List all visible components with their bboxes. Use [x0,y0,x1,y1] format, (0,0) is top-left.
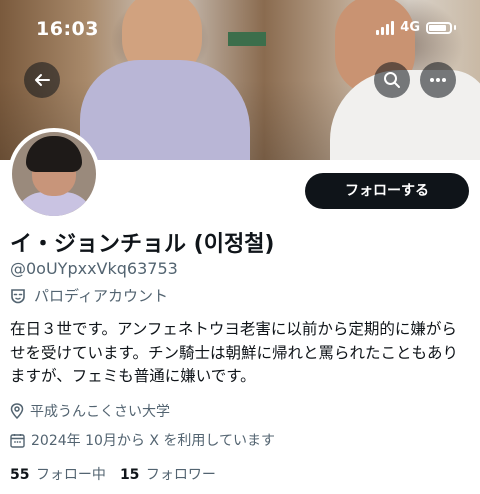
join-date-text: 2024年 10月から X を利用しています [31,433,275,449]
join-date: 2024年 10月から X を利用しています [10,430,275,450]
following-link[interactable]: 55 フォロー中 [10,464,106,484]
following-count: 55 [10,467,30,483]
search-icon [384,72,400,88]
battery-icon [426,21,452,34]
display-name: イ・ジョンチョル (이정철) [10,232,275,257]
follow-stats: 55 フォロー中 15 フォロワー [10,464,216,484]
avatar[interactable] [8,128,100,220]
following-label: フォロー中 [35,467,106,483]
parody-label[interactable]: パロディアカウント [10,285,168,306]
back-button[interactable] [24,62,60,98]
followers-link[interactable]: 15 フォロワー [120,464,216,484]
follow-button[interactable]: フォローする [305,173,469,209]
user-handle: @0oUYpxxVkq63753 [10,259,178,278]
followers-count: 15 [119,467,140,483]
status-indicators: 4G [376,20,456,35]
followers-label: フォロワー [145,467,216,483]
calendar-icon [10,433,25,448]
location-pin-icon [10,403,24,419]
banner-sign [228,32,266,46]
location: 平成うんこくさい大学 [10,401,170,421]
status-time: 16:03 [36,18,99,40]
arrow-left-icon [35,74,50,86]
avatar-hair [26,136,82,172]
network-type: 4G [400,20,420,35]
signal-icon [376,20,395,35]
battery-tip [454,25,456,30]
more-icon [430,78,446,82]
parody-text: パロディアカウント [34,287,168,305]
mask-icon [11,288,25,303]
avatar-body [14,192,94,216]
bio: 在日３世です。アンフェネトウヨ老害に以前から定期的に嫌がらせを受けています。チン… [10,320,458,385]
more-button[interactable] [420,62,456,98]
search-button[interactable] [374,62,410,98]
location-text: 平成うんこくさい大学 [30,404,170,420]
banner-person-left-shirt [80,60,250,160]
